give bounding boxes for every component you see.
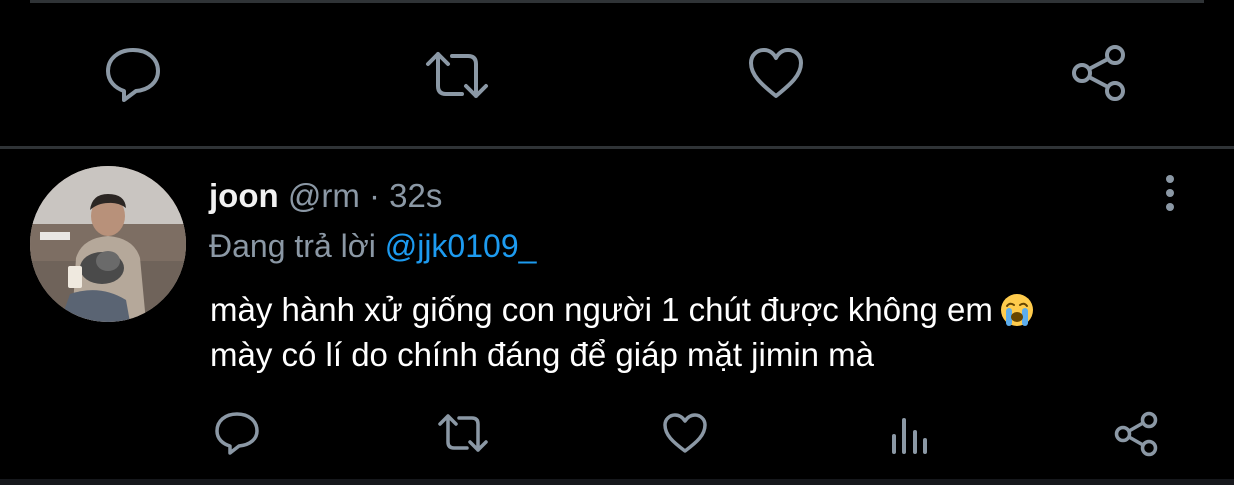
more-options-icon[interactable] (1160, 174, 1180, 214)
tweet-text-line-2: mày có lí do chính đáng để giáp mặt jimi… (210, 336, 875, 373)
top-divider (30, 0, 1204, 3)
reply-prefix: Đang trả lời (209, 228, 376, 264)
like-icon[interactable] (662, 412, 708, 454)
tweet-divider (0, 146, 1234, 149)
reply-context: Đang trả lời @jjk0109_ (209, 226, 536, 266)
reply-icon[interactable] (214, 411, 260, 455)
share-icon[interactable] (1070, 44, 1128, 102)
like-icon[interactable] (747, 46, 805, 100)
display-name[interactable]: joon (209, 177, 279, 214)
handle[interactable]: @rm (288, 177, 360, 214)
separator: · (368, 177, 380, 214)
tweet-header: joon @rm · 32s (209, 176, 442, 216)
tweet-text-content-1: mày hành xử giống con người 1 chút được … (210, 291, 993, 328)
bottom-divider (0, 479, 1234, 485)
tweet-text-line-1: mày hành xử giống con người 1 chút được … (210, 287, 1190, 332)
tweet-text: mày hành xử giống con người 1 chút được … (210, 287, 1190, 377)
retweet-icon[interactable] (424, 50, 490, 100)
reply-mention[interactable]: @jjk0109_ (385, 228, 537, 264)
avatar[interactable] (30, 166, 186, 322)
loudly-crying-face-icon (999, 292, 1035, 328)
retweet-icon[interactable] (437, 413, 489, 453)
analytics-icon[interactable] (890, 414, 930, 454)
timestamp[interactable]: 32s (389, 177, 442, 214)
timeline: joon @rm · 32s Đang trả lời @jjk0109_ mà… (0, 0, 1234, 485)
reply-icon[interactable] (104, 46, 162, 102)
share-icon[interactable] (1113, 411, 1159, 457)
